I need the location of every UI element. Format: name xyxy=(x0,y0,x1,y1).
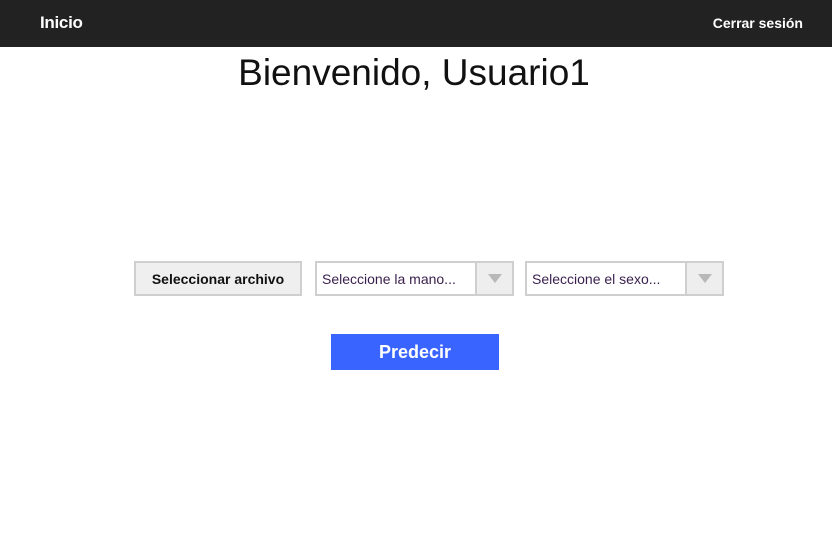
hand-select-value: Seleccione la mano... xyxy=(322,271,456,287)
hand-select-toggle[interactable] xyxy=(475,263,512,294)
hand-select[interactable]: Seleccione la mano... xyxy=(315,261,514,296)
predict-button-label: Predecir xyxy=(378,341,452,362)
select-file-label: Seleccionar archivo xyxy=(151,270,285,287)
sex-select-value: Seleccione el sexo... xyxy=(532,271,661,287)
logout-link[interactable]: Cerrar sesión xyxy=(713,15,803,31)
select-file-button[interactable]: Seleccionar archivo xyxy=(134,261,302,296)
welcome-heading: Bienvenido, Usuario1 xyxy=(238,52,590,93)
nav-home-link[interactable]: Inicio xyxy=(40,13,83,33)
predict-button[interactable]: Predecir xyxy=(331,334,499,370)
sex-select-toggle[interactable] xyxy=(685,263,722,294)
chevron-down-icon xyxy=(487,274,502,283)
top-navbar: Inicio Cerrar sesión xyxy=(0,0,832,47)
chevron-down-icon xyxy=(697,274,712,283)
sex-select[interactable]: Seleccione el sexo... xyxy=(525,261,724,296)
